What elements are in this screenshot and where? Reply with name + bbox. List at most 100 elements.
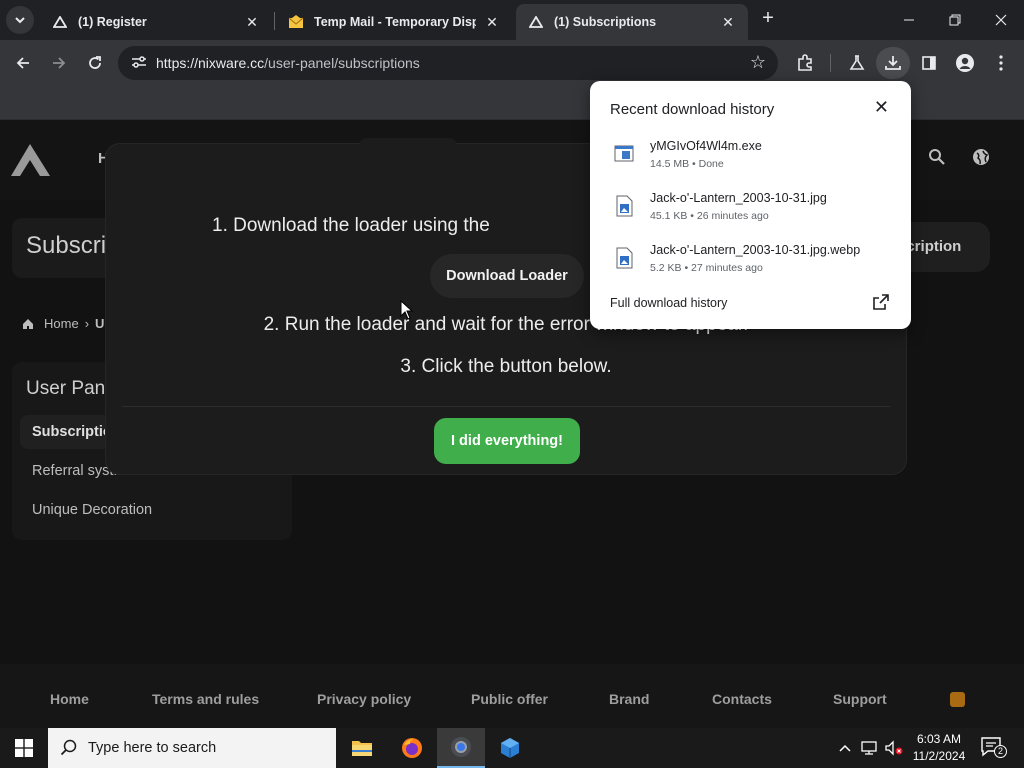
url-text: https://nixware.cc/user-panel/subscripti…: [156, 55, 420, 71]
puzzle-icon: [798, 54, 812, 71]
close-tab-icon[interactable]: ✕: [484, 14, 500, 31]
firefox-app[interactable]: [388, 728, 436, 768]
tab-strip: (1) Register ✕ Temp Mail - Temporary Dis…: [0, 0, 1024, 40]
clock-date: 11/2/2024: [912, 749, 966, 763]
globe-icon[interactable]: [970, 148, 992, 170]
sidebar-title: User Pan: [26, 378, 106, 399]
minimize-icon: [904, 19, 914, 21]
chevron-down-icon: [15, 17, 25, 24]
download-loader-button[interactable]: Download Loader: [430, 254, 584, 298]
download-item[interactable]: yMGIvOf4Wl4m.exe 14.5 MB • Done: [614, 139, 894, 181]
full-download-history-link[interactable]: Full download history: [610, 296, 727, 310]
new-tab-button[interactable]: +: [756, 7, 780, 31]
breadcrumb: Home › U: [22, 316, 104, 331]
chrome-icon: [451, 737, 471, 757]
close-tab-icon[interactable]: ✕: [244, 14, 260, 31]
tab-divider: [274, 12, 275, 30]
network-icon[interactable]: [860, 740, 878, 756]
tab-search-button[interactable]: [6, 6, 34, 34]
tab-temp-mail[interactable]: Temp Mail - Temporary Dispos ✕: [276, 4, 512, 40]
side-panel-button[interactable]: [914, 48, 944, 78]
mouse-cursor-icon: [400, 300, 414, 320]
home-icon: [23, 318, 33, 329]
breadcrumb-current: U: [95, 316, 105, 331]
reload-button[interactable]: [80, 48, 110, 78]
nixware-logo-icon[interactable]: [10, 142, 52, 178]
footer-badge-icon[interactable]: [950, 692, 965, 707]
volume-muted-icon[interactable]: [884, 740, 904, 756]
arrow-right-icon: [53, 57, 66, 69]
i-did-everything-button[interactable]: I did everything!: [434, 418, 580, 464]
clock-time: 6:03 AM: [916, 732, 962, 746]
footer-link-home[interactable]: Home: [50, 691, 89, 707]
restore-button[interactable]: [932, 0, 978, 40]
download-meta: 45.1 KB • 26 minutes ago: [650, 210, 769, 222]
url-path: /user-panel/subscriptions: [264, 55, 420, 71]
footer-link-support[interactable]: Support: [833, 691, 887, 707]
taskbar-clock[interactable]: 6:03 AM 11/2/2024: [908, 731, 970, 765]
nixware-favicon-icon: [528, 14, 544, 30]
footer-link-brand[interactable]: Brand: [609, 691, 649, 707]
download-filename: yMGIvOf4Wl4m.exe: [650, 139, 762, 153]
arrow-left-icon: [16, 57, 29, 69]
image-file-icon: [616, 247, 633, 269]
chevron-up-icon[interactable]: [838, 743, 852, 753]
extensions-button[interactable]: [790, 48, 820, 78]
pinned-app[interactable]: [486, 728, 534, 768]
close-tab-icon[interactable]: ✕: [720, 14, 736, 31]
footer-link-privacy[interactable]: Privacy policy: [317, 691, 411, 707]
download-filename: Jack-o'-Lantern_2003-10-31.jpg.webp: [650, 243, 861, 257]
toolbar-divider: [830, 54, 831, 72]
bookmark-star-icon[interactable]: ☆: [750, 52, 766, 73]
download-meta: 14.5 MB • Done: [650, 158, 724, 170]
envelope-favicon-icon: [288, 14, 304, 30]
modal-tab-edge: [360, 138, 456, 148]
close-icon[interactable]: ✕: [874, 97, 889, 118]
forward-button[interactable]: [44, 48, 74, 78]
modal-divider: [122, 406, 890, 407]
minimize-button[interactable]: [886, 0, 932, 40]
download-filename: Jack-o'-Lantern_2003-10-31.jpg: [650, 191, 827, 205]
start-button[interactable]: [0, 728, 48, 768]
download-bubble-title: Recent download history: [610, 101, 775, 118]
tab-subscriptions[interactable]: (1) Subscriptions ✕: [516, 4, 748, 40]
tab-title: (1) Subscriptions: [554, 15, 657, 29]
step-3-text: 3. Click the button below.: [400, 356, 612, 377]
breadcrumb-home[interactable]: Home: [44, 316, 79, 331]
download-history-bubble: Recent download history ✕ yMGIvOf4Wl4m.e…: [590, 81, 911, 329]
windows-logo-icon: [15, 739, 33, 757]
nixware-favicon-icon: [52, 14, 68, 30]
downloads-button[interactable]: [876, 47, 910, 79]
download-item[interactable]: Jack-o'-Lantern_2003-10-31.jpg 45.1 KB •…: [614, 191, 894, 233]
close-window-button[interactable]: [978, 0, 1024, 40]
avatar-icon: [956, 54, 974, 72]
labs-button[interactable]: [842, 48, 872, 78]
address-bar[interactable]: https://nixware.cc/user-panel/subscripti…: [118, 46, 778, 80]
kebab-menu-icon: [999, 55, 1003, 71]
footer-link-public-offer[interactable]: Public offer: [471, 691, 548, 707]
firefox-icon: [402, 738, 422, 758]
side-panel-icon: [922, 56, 936, 70]
image-file-icon: [616, 195, 633, 217]
folder-icon: [352, 741, 372, 756]
search-icon[interactable]: [926, 148, 948, 170]
site-info-icon[interactable]: [128, 55, 150, 72]
file-explorer-app[interactable]: [338, 728, 386, 768]
tab-register[interactable]: (1) Register ✕: [40, 4, 272, 40]
taskbar-search[interactable]: Type here to search: [48, 728, 336, 768]
tab-title: (1) Register: [78, 15, 147, 29]
profile-button[interactable]: [950, 48, 980, 78]
windows-taskbar: Type here to search 6:03 AM 11/2/2024 2: [0, 728, 1024, 768]
browser-menu-button[interactable]: [986, 48, 1016, 78]
notification-center-button[interactable]: 2: [980, 736, 1007, 760]
footer-link-terms[interactable]: Terms and rules: [152, 691, 259, 707]
notification-count: 2: [994, 745, 1007, 758]
site-footer: Home Terms and rules Privacy policy Publ…: [0, 664, 1024, 728]
sidebar-item-unique-decoration[interactable]: Unique Decoration: [20, 493, 290, 527]
chrome-app[interactable]: [437, 728, 485, 768]
open-external-icon[interactable]: [873, 294, 889, 310]
chevron-right-icon: ›: [84, 316, 90, 331]
footer-link-contacts[interactable]: Contacts: [712, 691, 772, 707]
back-button[interactable]: [8, 48, 38, 78]
download-item[interactable]: Jack-o'-Lantern_2003-10-31.jpg.webp 5.2 …: [614, 243, 894, 285]
